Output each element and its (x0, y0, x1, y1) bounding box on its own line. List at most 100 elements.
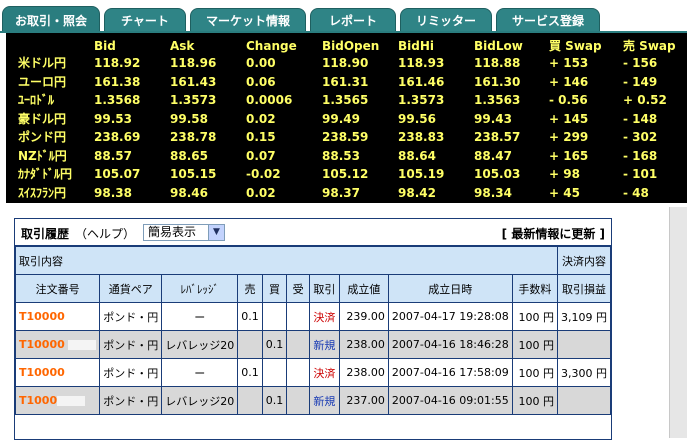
sell-cell (237, 386, 263, 415)
table-row: T10000 ポンド・円 レバレッジ20 0.1 新規 238.00 2007-… (15, 330, 611, 359)
quote-value: 0.02 (246, 111, 276, 126)
refresh-button[interactable]: [ 最新情報に更新 ] (502, 225, 605, 242)
quote-value: 99.56 (398, 111, 436, 126)
view-mode-select[interactable]: 簡易表示 ▼ (143, 224, 225, 241)
table-row: T10000 ポンド・円 ー 0.1 決済 238.00 2007-04-16 … (15, 358, 611, 387)
tab-market-info[interactable]: マーケット情報 (190, 8, 306, 32)
quote-value: 105.12 (322, 167, 369, 181)
quote-pair-label: ポンド円 (18, 130, 67, 144)
quote-value: 0.07 (246, 148, 276, 163)
quote-header-0: Bid (94, 39, 116, 53)
quote-value: 98.38 (94, 185, 132, 200)
col-buy: 買 (261, 274, 288, 303)
col-leverage: ﾚﾊﾞﾚｯｼﾞ (161, 274, 239, 303)
quote-value: 1.3573 (398, 93, 445, 107)
quote-header-1: Ask (170, 39, 195, 53)
tab-bar: お取引・照会 チャート マーケット情報 レポート リミッター サービス登録 (0, 0, 687, 33)
quote-value: -0.02 (246, 167, 281, 181)
order-number[interactable]: T10000 (15, 302, 101, 331)
sell-cell: 0.1 (237, 358, 263, 387)
buy-cell: 0.1 (261, 386, 288, 415)
leverage-cell: ー (161, 302, 239, 331)
price-cell: 237.00 (338, 386, 389, 415)
trade-type-cell: 決済 (309, 302, 340, 331)
quote-value: 99.53 (94, 111, 132, 126)
chevron-down-icon[interactable]: ▼ (208, 225, 224, 240)
quote-header-4: BidHi (398, 39, 435, 53)
group-header-trade: 取引内容 (15, 246, 558, 275)
quote-value: 0.00 (246, 56, 276, 70)
table-row: T10000 ポンド・円 ー 0.1 決済 239.00 2007-04-17 … (15, 302, 611, 331)
buy-cell (261, 358, 288, 387)
pl-cell: 3,300 円 (556, 358, 611, 387)
datetime-cell: 2007-04-17 19:28:08 (387, 302, 513, 331)
quote-value: 118.96 (170, 56, 217, 70)
quote-value: 98.37 (322, 185, 360, 200)
order-number[interactable]: T10000 (15, 358, 101, 387)
datetime-cell: 2007-04-16 18:46:28 (387, 330, 513, 359)
view-mode-value: 簡易表示 (148, 225, 197, 239)
quote-value: 98.34 (474, 185, 512, 200)
quote-value: + 45 (549, 185, 580, 200)
datetime-cell: 2007-04-16 09:01:55 (387, 386, 513, 415)
quote-value: 88.64 (398, 148, 436, 163)
receive-cell (286, 386, 311, 415)
col-order-no: 注文番号 (15, 274, 101, 303)
quote-value: 238.57 (474, 130, 521, 144)
trade-type-cell: 新規 (309, 386, 340, 415)
leverage-cell: レバレッジ20 (161, 386, 239, 415)
pair-cell: ポンド・円 (99, 358, 163, 387)
fee-cell: 100 円 (511, 330, 558, 359)
col-sell: 売 (237, 274, 263, 303)
quote-value: 88.47 (474, 148, 512, 163)
quote-value: + 145 (549, 111, 589, 126)
vertical-scrollbar[interactable] (669, 207, 687, 438)
quote-pair-label: ｽｲｽﾌﾗﾝ円 (18, 185, 67, 200)
quote-value: 118.92 (94, 56, 141, 70)
pair-cell: ポンド・円 (99, 330, 163, 359)
tab-chart[interactable]: チャート (104, 8, 186, 32)
buy-cell: 0.1 (261, 330, 288, 359)
quote-value: - 0.56 (549, 93, 588, 107)
quote-value: 238.59 (322, 130, 369, 144)
price-cell: 238.00 (338, 358, 389, 387)
quote-value: 105.15 (170, 167, 217, 181)
quote-header-2: Change (246, 39, 297, 53)
quote-value: - 149 (623, 74, 658, 89)
quote-value: 88.53 (322, 148, 360, 163)
quote-pair-label: ユーロ円 (18, 74, 67, 89)
tab-trading[interactable]: お取引・照会 (2, 6, 100, 33)
price-cell: 239.00 (338, 302, 389, 331)
sell-cell: 0.1 (237, 302, 263, 331)
datetime-cell: 2007-04-16 17:58:09 (387, 358, 513, 387)
col-trade-type: 取引 (309, 274, 340, 303)
quote-value: 0.15 (246, 130, 276, 144)
quote-value: 0.06 (246, 74, 276, 89)
trade-history-title: 取引履歴 (21, 227, 70, 241)
quote-value: - 156 (623, 56, 658, 70)
trade-history-header: 取引履歴 （ヘルプ） 簡易表示 ▼ [ 最新情報に更新 ] (15, 219, 611, 246)
tab-report[interactable]: レポート (310, 8, 396, 32)
tab-service-registration[interactable]: サービス登録 (496, 8, 600, 32)
col-pair: 通貨ペア (99, 274, 163, 303)
trade-history-panel: 取引履歴 （ヘルプ） 簡易表示 ▼ [ 最新情報に更新 ] 取引内容 決済内容 … (14, 218, 612, 440)
pair-cell: ポンド・円 (99, 302, 163, 331)
receive-cell (286, 302, 311, 331)
order-number[interactable]: T1000 (15, 386, 101, 415)
quote-value: 1.3573 (170, 93, 217, 107)
help-link[interactable]: （ヘルプ） (75, 225, 135, 242)
quote-value: + 98 (549, 167, 580, 181)
leverage-cell: ー (161, 358, 239, 387)
receive-cell (286, 330, 311, 359)
quote-pair-label: 豪ドル円 (18, 111, 67, 126)
col-datetime: 成立日時 (387, 274, 513, 303)
tab-limiter[interactable]: リミッター (400, 8, 492, 32)
quote-value: 0.02 (246, 185, 276, 200)
col-price: 成立値 (338, 274, 389, 303)
quote-value: 88.57 (94, 148, 132, 163)
fee-cell: 100 円 (511, 358, 558, 387)
pl-cell: 3,109 円 (556, 302, 611, 331)
order-number[interactable]: T10000 (15, 330, 101, 359)
quote-value: 88.65 (170, 148, 208, 163)
quote-value: 1.3568 (94, 93, 141, 107)
